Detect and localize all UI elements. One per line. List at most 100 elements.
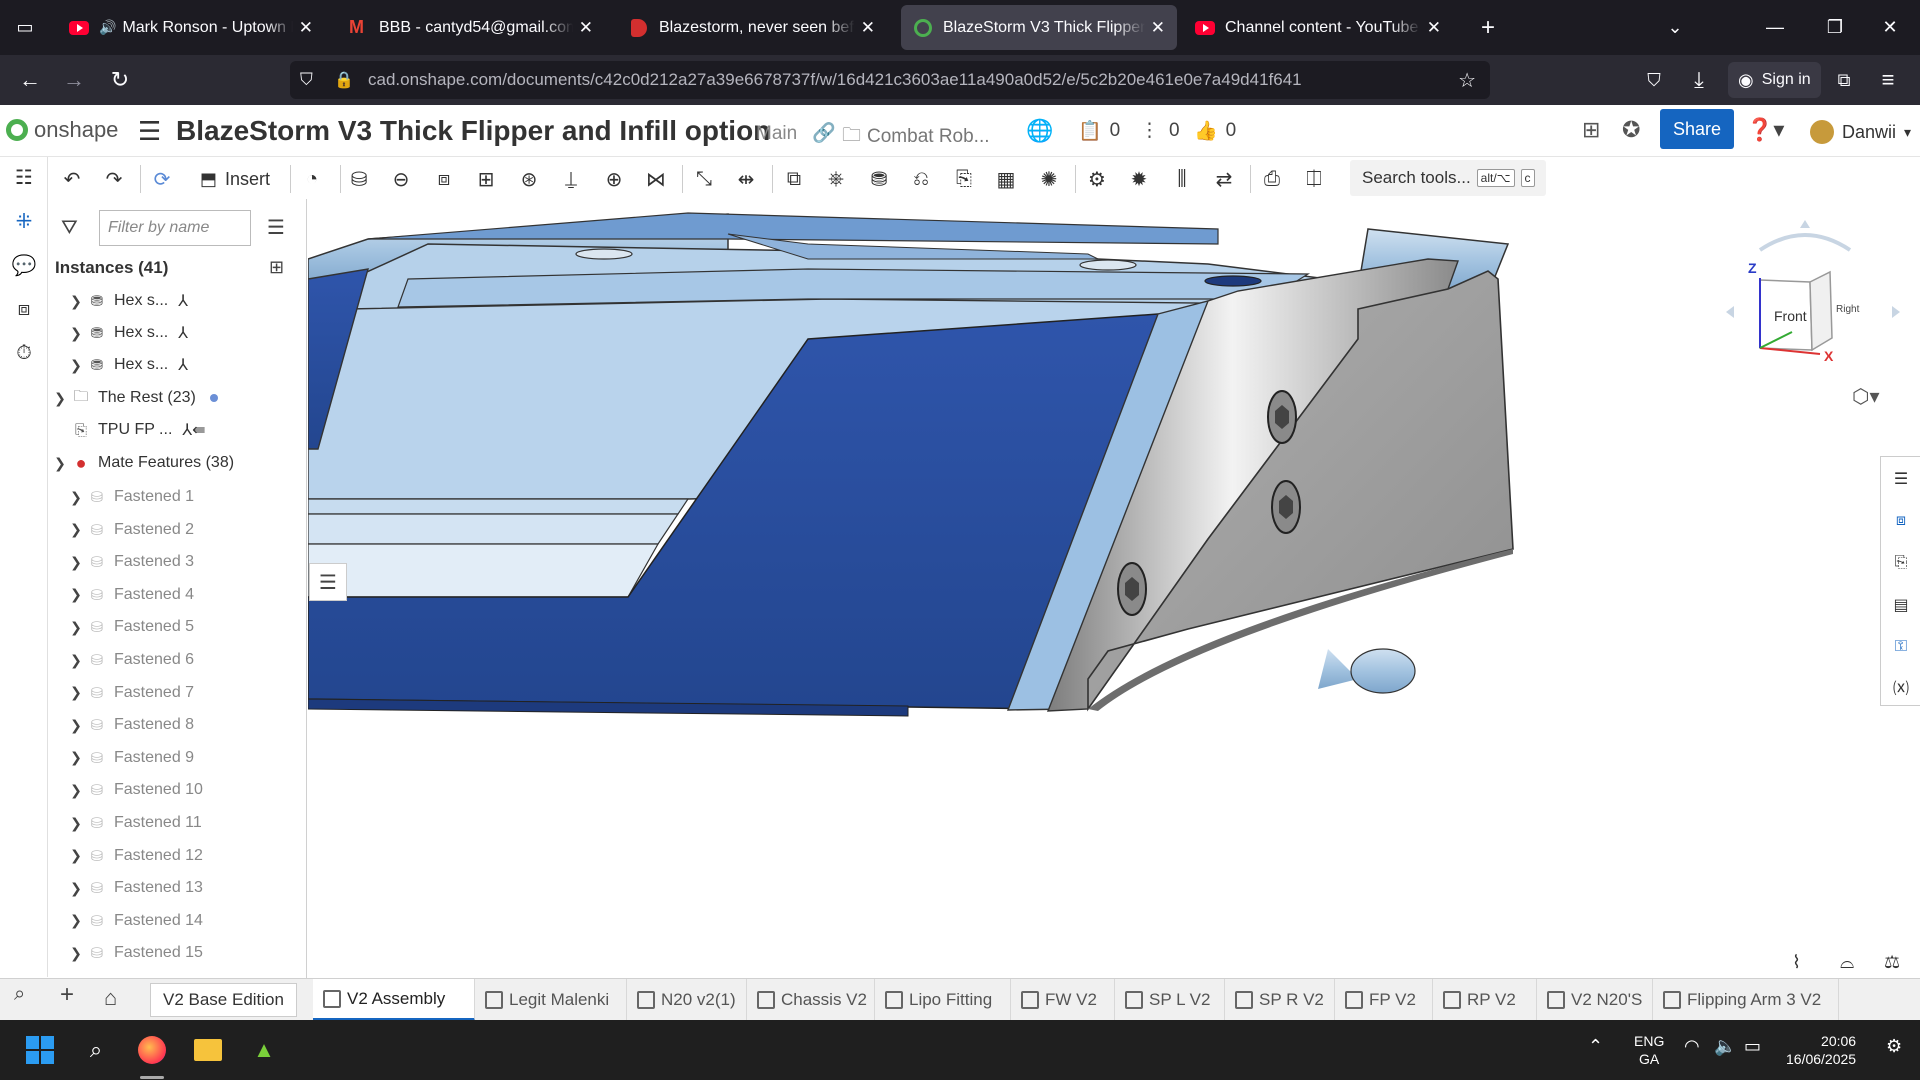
mass-icon[interactable]: ⚖ xyxy=(1884,952,1900,973)
pattern-icon[interactable]: ⎌ xyxy=(907,165,935,193)
mate-feature-row[interactable]: ❯ ⛁ Fastened 9 xyxy=(49,742,306,774)
update-icon[interactable]: ⟳ xyxy=(148,165,176,193)
mirror-icon[interactable]: ⎘ xyxy=(950,165,978,193)
browser-tab-2[interactable]: BBB - cantyd54@gmail.com - Gmail ✕ xyxy=(337,5,605,50)
versions-stat[interactable]: 📋 0 xyxy=(1078,119,1120,143)
mate-features-row[interactable]: ❯ ● Mate Features (38) xyxy=(49,447,306,479)
back-icon[interactable]: ← xyxy=(14,64,46,96)
shield-icon[interactable]: ⛉ xyxy=(300,70,324,90)
browser-tab-4[interactable]: BlazeStorm V3 Thick Flipper and Infill o… xyxy=(901,5,1177,50)
variable-icon[interactable]: ⚿ xyxy=(1889,635,1913,659)
app-store-icon[interactable]: ⊞ xyxy=(1582,117,1600,143)
expression-icon[interactable]: ⒳ xyxy=(1889,675,1913,699)
branch-label[interactable]: Main xyxy=(756,123,797,145)
properties-icon[interactable]: ☰ xyxy=(1889,467,1913,491)
view-cube-front[interactable]: Front xyxy=(1774,308,1807,324)
new-tab-icon[interactable]: + xyxy=(1458,0,1518,55)
mate-feature-row[interactable]: ❯ ⛁ Fastened 14 xyxy=(49,905,306,937)
add-folder-icon[interactable]: ⊞ xyxy=(269,257,284,278)
pocket-icon[interactable]: ⛉ xyxy=(1638,64,1670,96)
onshape-logo[interactable]: onshape xyxy=(6,117,118,143)
filter-icon[interactable]: ⛛ xyxy=(61,217,78,240)
mate-feature-row[interactable]: ❯ ⛁ Fastened 3 xyxy=(49,546,306,578)
likes-stat[interactable]: 👍 0 xyxy=(1194,119,1236,143)
instance-row[interactable]: ❯ ⛃ Hex s... ⅄ xyxy=(49,285,306,317)
cylindrical-mate-icon[interactable]: ⊛ xyxy=(515,165,543,193)
lighting-icon[interactable]: ⌓ xyxy=(1840,952,1854,973)
windows-start-icon[interactable] xyxy=(22,1032,58,1068)
animation-icon[interactable]: ⏱ xyxy=(10,339,38,367)
parallel-mate-icon[interactable]: ⋈ xyxy=(642,165,670,193)
mate-feature-row[interactable]: ❯ ⛁ Fastened 11 xyxy=(49,807,306,839)
close-tab-icon[interactable]: ✕ xyxy=(299,18,313,38)
linear-relation-icon[interactable]: ⇄ xyxy=(1210,165,1238,193)
undo-icon[interactable]: ↶ xyxy=(58,165,86,193)
learning-center-icon[interactable]: ✪ xyxy=(1622,117,1640,143)
mate-feature-row[interactable]: ❯ ⛁ Fastened 5 xyxy=(49,611,306,643)
document-title[interactable]: BlazeStorm V3 Thick Flipper and Infill o… xyxy=(176,115,770,147)
slider-mate-icon[interactable]: ⧈ xyxy=(430,165,458,193)
folder-row[interactable]: ❯ 🗀 The Rest (23) xyxy=(49,382,306,414)
planar-mate-icon[interactable]: ⊞ xyxy=(472,165,500,193)
parts-icon[interactable]: ⧈ xyxy=(10,295,38,323)
minimize-icon[interactable]: — xyxy=(1745,0,1805,55)
notification-icon[interactable]: ⚙ xyxy=(1886,1036,1902,1057)
graphics-viewport[interactable]: ☰ xyxy=(308,199,1920,978)
chevron-right-icon[interactable]: ❯ xyxy=(65,815,87,832)
mate-feature-row[interactable]: ❯ ⛁ Fastened 2 xyxy=(49,514,306,546)
browser-tab-1[interactable]: 🔊 Mark Ronson - Uptown Funk ✕ xyxy=(57,5,325,50)
help-icon[interactable]: ❓▾ xyxy=(1746,117,1784,143)
element-tab[interactable]: V2 N20'S xyxy=(1537,979,1653,1021)
close-window-icon[interactable]: ✕ xyxy=(1860,0,1920,55)
mate-connector-icon[interactable]: ⧉ xyxy=(780,165,808,193)
app-launcher-icon[interactable]: ▲ xyxy=(246,1032,282,1068)
view-cube-right[interactable]: Right xyxy=(1836,304,1859,315)
element-tab[interactable]: Legit Malenki xyxy=(475,979,627,1021)
wifi-icon[interactable]: ◠ xyxy=(1684,1036,1700,1057)
element-tab[interactable]: RP V2 xyxy=(1433,979,1537,1021)
comments-icon[interactable]: 💬 xyxy=(10,251,38,279)
chevron-right-icon[interactable]: ❯ xyxy=(65,912,87,929)
chevron-down-icon[interactable]: ❯ xyxy=(49,455,71,472)
mate-feature-row[interactable]: ❯ ⛁ Fastened 10 xyxy=(49,774,306,806)
explode-icon[interactable]: ✺ xyxy=(1035,165,1063,193)
width-mate-icon[interactable]: ⇹ xyxy=(732,165,760,193)
chevron-right-icon[interactable]: ❯ xyxy=(65,717,87,734)
browser-tab-5[interactable]: Channel content - YouTube Studio ✕ xyxy=(1183,5,1453,50)
element-tab[interactable]: SP R V2 xyxy=(1225,979,1335,1021)
revolute-mate-icon[interactable]: ⊖ xyxy=(387,165,415,193)
search-icon[interactable]: ⌕ xyxy=(78,1032,114,1068)
redo-icon[interactable]: ↷ xyxy=(100,165,128,193)
menu-icon[interactable]: ≡ xyxy=(1872,64,1904,96)
folder-breadcrumb[interactable]: 🗀 Combat Rob... xyxy=(842,121,990,153)
restore-icon[interactable]: ❐ xyxy=(1805,0,1865,55)
list-view-icon[interactable]: ☰ xyxy=(267,215,285,240)
mate-feature-row[interactable]: ❯ ⛁ Fastened 7 xyxy=(49,677,306,709)
forward-icon[interactable]: → xyxy=(58,64,90,96)
chevron-right-icon[interactable]: ❯ xyxy=(65,619,87,636)
file-explorer-icon[interactable] xyxy=(190,1032,226,1068)
rack-pinion-icon[interactable]: ✹ xyxy=(1125,165,1153,193)
share-button[interactable]: Share xyxy=(1660,109,1734,149)
element-tab[interactable]: Chassis V2 xyxy=(747,979,875,1021)
bookmark-star-icon[interactable]: ☆ xyxy=(1458,68,1476,93)
firefox-icon[interactable] xyxy=(134,1032,170,1068)
element-tab[interactable]: N20 v2(1) xyxy=(627,979,747,1021)
configurations-icon[interactable]: ⎘ xyxy=(1889,551,1913,575)
lock-icon[interactable]: 🔒 xyxy=(334,70,358,90)
close-tab-icon[interactable]: ✕ xyxy=(1151,18,1165,38)
appearance-icon[interactable]: ⧈ xyxy=(1889,509,1913,533)
section-view-icon[interactable]: ▦ xyxy=(992,165,1020,193)
language-indicator[interactable]: ENG GA xyxy=(1634,1032,1664,1068)
element-tab[interactable]: Flipping Arm 3 V2 xyxy=(1653,979,1839,1021)
bom-icon[interactable]: ▤ xyxy=(1889,593,1913,617)
chevron-right-icon[interactable]: ❯ xyxy=(65,847,87,864)
close-tab-icon[interactable]: ✕ xyxy=(579,18,593,38)
link-icon[interactable]: 🔗 xyxy=(812,121,836,145)
clock[interactable]: 20:06 16/06/2025 xyxy=(1786,1032,1856,1068)
instance-row[interactable]: ❯ ⛃ Hex s... ⅄ xyxy=(49,317,306,349)
search-tools-button[interactable]: Search tools... alt/⌥ c xyxy=(1350,160,1546,196)
instance-row[interactable]: ❯ ⛃ Hex s... ⅄ xyxy=(49,349,306,381)
user-menu[interactable]: Danwii ▾ xyxy=(1810,120,1911,144)
view-cube[interactable]: Front Right Z X xyxy=(1720,220,1910,400)
